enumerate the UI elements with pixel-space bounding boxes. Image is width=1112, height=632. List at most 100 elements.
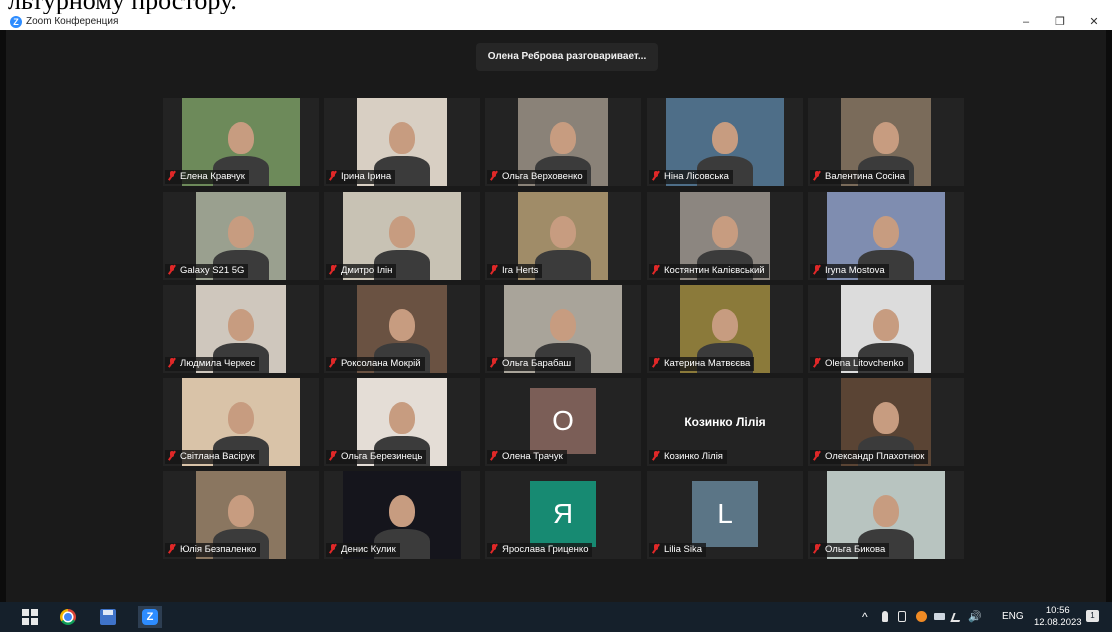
participant-name: Світлана Васірук [180,451,255,462]
participant-name: Дмитро Ілін [341,265,393,276]
clock-date: 12.08.2023 [1034,617,1082,628]
microphone-icon[interactable] [882,611,888,622]
muted-mic-icon [652,451,660,460]
person-silhouette [228,122,254,154]
muted-mic-icon [813,451,821,460]
participant-tile[interactable]: Iryna Mostova [808,192,964,280]
participant-name: Денис Кулик [341,544,396,555]
participant-tile[interactable]: O Олена Трачук [485,378,641,466]
participant-name-label: Світлана Васірук [165,450,259,464]
close-button[interactable]: ✕ [1080,14,1108,30]
muted-mic-icon [168,544,176,553]
participant-tile[interactable]: Ольга Березинець [324,378,480,466]
participant-tile[interactable]: Ira Herts [485,192,641,280]
participant-name: Ірина Ірина [341,171,392,182]
participant-name-label: Валентина Сосіна [810,170,910,184]
zoom-icon: Z [142,609,158,625]
window-title: Zoom Конференция [26,16,119,27]
participant-name: Lilia Sika [664,544,703,555]
person-silhouette [712,309,738,341]
participant-name: Ніна Лісовська [664,171,729,182]
participant-name: Galaxy S21 5G [180,265,245,276]
participant-tile[interactable]: Костянтин Калієвський [647,192,803,280]
person-silhouette [550,216,576,248]
person-silhouette [228,216,254,248]
participant-name-label: Ольга Верховенко [487,170,587,184]
app-tray-icon[interactable] [916,611,927,622]
participant-name: Ольга Березинець [341,451,423,462]
zoom-taskbar-button[interactable]: Z [138,606,162,628]
person-silhouette [389,495,415,527]
participant-name: Юлія Безпаленко [180,544,257,555]
chrome-icon[interactable] [60,609,76,625]
participant-tile[interactable]: Катерина Матвєєва [647,285,803,373]
battery-icon[interactable] [898,611,906,622]
participant-tile[interactable]: Світлана Васірук [163,378,319,466]
participant-tile[interactable]: Ольга Барабаш [485,285,641,373]
floppy-app-icon[interactable] [100,609,116,625]
participant-name: Елена Кравчук [180,171,245,182]
participant-tile[interactable]: L Lilia Sika [647,471,803,559]
participant-tile[interactable]: Ірина Ірина [324,98,480,186]
participant-tile[interactable]: Ніна Лісовська [647,98,803,186]
participant-tile[interactable]: Galaxy S21 5G [163,192,319,280]
active-speaker-banner: Олена Реброва разговаривает... [476,43,658,71]
participant-tile[interactable]: Юлія Безпаленко [163,471,319,559]
participant-name: Валентина Сосіна [825,171,906,182]
participant-tile[interactable]: Козинко Лілія Козинко Лілія [647,378,803,466]
participant-avatar: L [692,481,758,547]
restore-button[interactable]: ❐ [1046,14,1074,30]
network-icon[interactable] [934,613,945,620]
language-indicator[interactable]: ENG [1002,602,1024,632]
participant-name-label: Ніна Лісовська [649,170,733,184]
participant-name: Olena Litovchenko [825,358,904,369]
participant-name-label: Дмитро Ілін [326,264,397,278]
person-silhouette [389,309,415,341]
person-silhouette [712,216,738,248]
minimize-button[interactable]: – [1012,14,1040,30]
participant-name: Козинко Лілія [664,451,723,462]
tray-overflow-icon[interactable]: ^ [862,602,868,632]
person-silhouette [550,122,576,154]
volume-icon[interactable]: 🔊 [968,602,982,632]
muted-mic-icon [490,265,498,274]
clock-time: 10:56 [1045,605,1070,616]
participant-tile[interactable]: Валентина Сосіна [808,98,964,186]
participant-name-label: Ольга Барабаш [487,357,576,371]
participant-tile[interactable]: Ольга Бикова [808,471,964,559]
person-silhouette [228,309,254,341]
participant-name-label: Катерина Матвєєва [649,357,755,371]
muted-mic-icon [168,171,176,180]
windows-taskbar: Z ^ 🔊 ENG 10:56 12.08.2023 1 [0,602,1112,632]
wifi-icon[interactable] [950,613,963,622]
participant-tile[interactable]: Денис Кулик [324,471,480,559]
notifications-icon[interactable]: 1 [1086,610,1099,622]
muted-mic-icon [329,265,337,274]
participant-tile[interactable]: Елена Кравчук [163,98,319,186]
participant-tile[interactable]: Я Ярослава Гриценко [485,471,641,559]
participant-tile[interactable]: Дмитро Ілін [324,192,480,280]
participant-name: Роксолана Мокрій [341,358,421,369]
participant-tile[interactable]: Олександр Плахотнюк [808,378,964,466]
participant-name-label: Козинко Лілія [649,450,727,464]
participant-tile[interactable]: Людмила Черкес [163,285,319,373]
muted-mic-icon [329,451,337,460]
participant-tile[interactable]: Ольга Верховенко [485,98,641,186]
participant-name-label: Ira Herts [487,264,543,278]
muted-mic-icon [329,358,337,367]
person-silhouette [873,216,899,248]
clock[interactable]: 10:56 12.08.2023 [1034,605,1082,629]
participant-tile[interactable]: Olena Litovchenko [808,285,964,373]
participant-name: Ольга Бикова [825,544,886,555]
muted-mic-icon [329,544,337,553]
muted-mic-icon [168,451,176,460]
participant-name: Ольга Верховенко [502,171,583,182]
person-silhouette [873,495,899,527]
participant-name: Катерина Матвєєва [664,358,751,369]
person-silhouette [873,309,899,341]
participant-name-label: Олександр Плахотнюк [810,450,929,464]
person-silhouette [228,495,254,527]
participant-tile[interactable]: Роксолана Мокрій [324,285,480,373]
windows-start-icon[interactable] [22,609,38,625]
muted-mic-icon [329,171,337,180]
